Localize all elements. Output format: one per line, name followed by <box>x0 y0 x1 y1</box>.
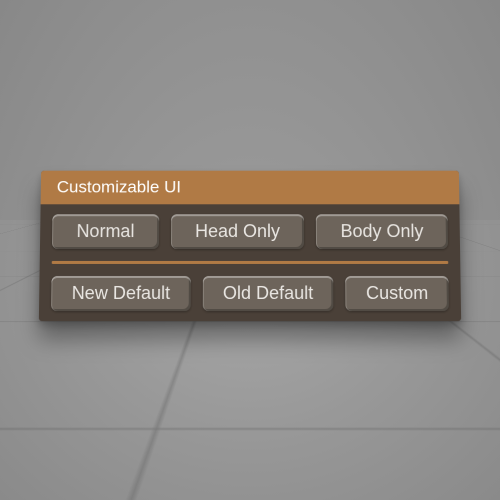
preset-row: New Default Old Default Custom <box>39 266 461 321</box>
old-default-button[interactable]: Old Default <box>202 276 333 311</box>
ui-panel: Customizable UI Normal Head Only Body On… <box>39 171 461 321</box>
view-mode-row: Normal Head Only Body Only <box>40 204 460 259</box>
divider <box>52 261 449 264</box>
head-only-button[interactable]: Head Only <box>171 214 305 249</box>
custom-button[interactable]: Custom <box>346 276 449 311</box>
body-only-button[interactable]: Body Only <box>316 214 448 249</box>
panel-title: Customizable UI <box>41 171 460 205</box>
new-default-button[interactable]: New Default <box>51 276 190 311</box>
ui-panel-wrapper: Customizable UI Normal Head Only Body On… <box>40 170 460 321</box>
normal-button[interactable]: Normal <box>52 214 159 249</box>
